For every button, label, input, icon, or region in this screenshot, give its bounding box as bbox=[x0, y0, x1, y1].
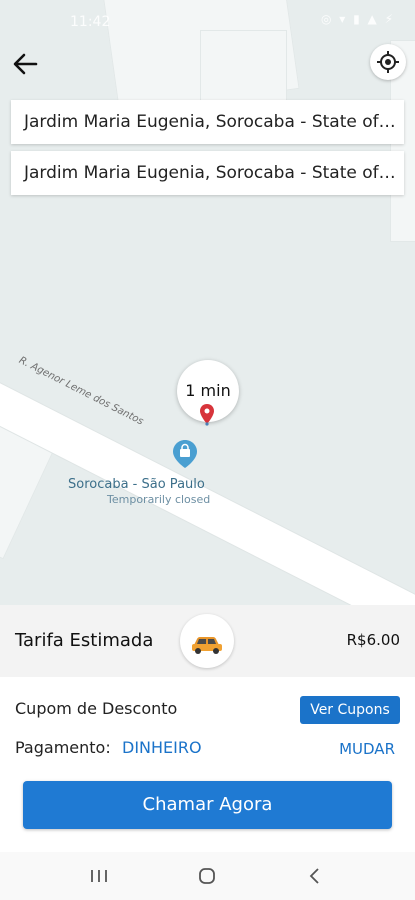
destination-address-field[interactable]: Jardim Maria Eugenia, Sorocaba - State o… bbox=[11, 151, 404, 195]
change-payment-link[interactable]: MUDAR bbox=[339, 740, 395, 758]
poi-status: Temporarily closed bbox=[107, 493, 211, 506]
shopping-poi-icon[interactable] bbox=[173, 440, 197, 468]
poi-name[interactable]: Sorocaba - São Paulo bbox=[68, 477, 205, 492]
status-icons: ◎ ▾ ▮ ▲ ⚡ bbox=[320, 12, 395, 26]
fare-price: R$6.00 bbox=[346, 631, 400, 649]
fare-row: Tarifa Estimada R$6.00 bbox=[0, 605, 415, 677]
vehicle-selector[interactable] bbox=[180, 614, 234, 668]
origin-address-field[interactable]: Jardim Maria Eugenia, Sorocaba - State o… bbox=[11, 100, 404, 144]
arrow-left-icon[interactable] bbox=[8, 46, 44, 82]
system-nav-bar bbox=[0, 852, 415, 900]
my-location-button[interactable] bbox=[370, 44, 406, 80]
call-ride-button[interactable]: Chamar Agora bbox=[23, 781, 392, 829]
view-coupons-button[interactable]: Ver Cupons bbox=[300, 696, 400, 724]
recent-apps-icon[interactable] bbox=[84, 862, 114, 890]
coupon-label: Cupom de Desconto bbox=[15, 699, 178, 718]
location-pin-icon bbox=[200, 404, 214, 426]
booking-panel: Cupom de Desconto Ver Cupons Pagamento: … bbox=[0, 677, 415, 852]
home-icon[interactable] bbox=[192, 862, 222, 890]
car-icon bbox=[192, 637, 222, 654]
status-time: 11:42 bbox=[70, 14, 111, 30]
fare-label: Tarifa Estimada bbox=[15, 630, 154, 651]
crosshair-icon bbox=[377, 51, 399, 73]
payment-method-value: DINHEIRO bbox=[122, 738, 202, 757]
back-icon[interactable] bbox=[300, 862, 330, 890]
map-view[interactable]: R. Agenor Leme dos Santos 1 min Sorocaba… bbox=[0, 0, 415, 605]
status-bar: 11:42 ◎ ▾ ▮ ▲ ⚡ bbox=[0, 0, 415, 40]
payment-label: Pagamento: bbox=[15, 738, 111, 757]
